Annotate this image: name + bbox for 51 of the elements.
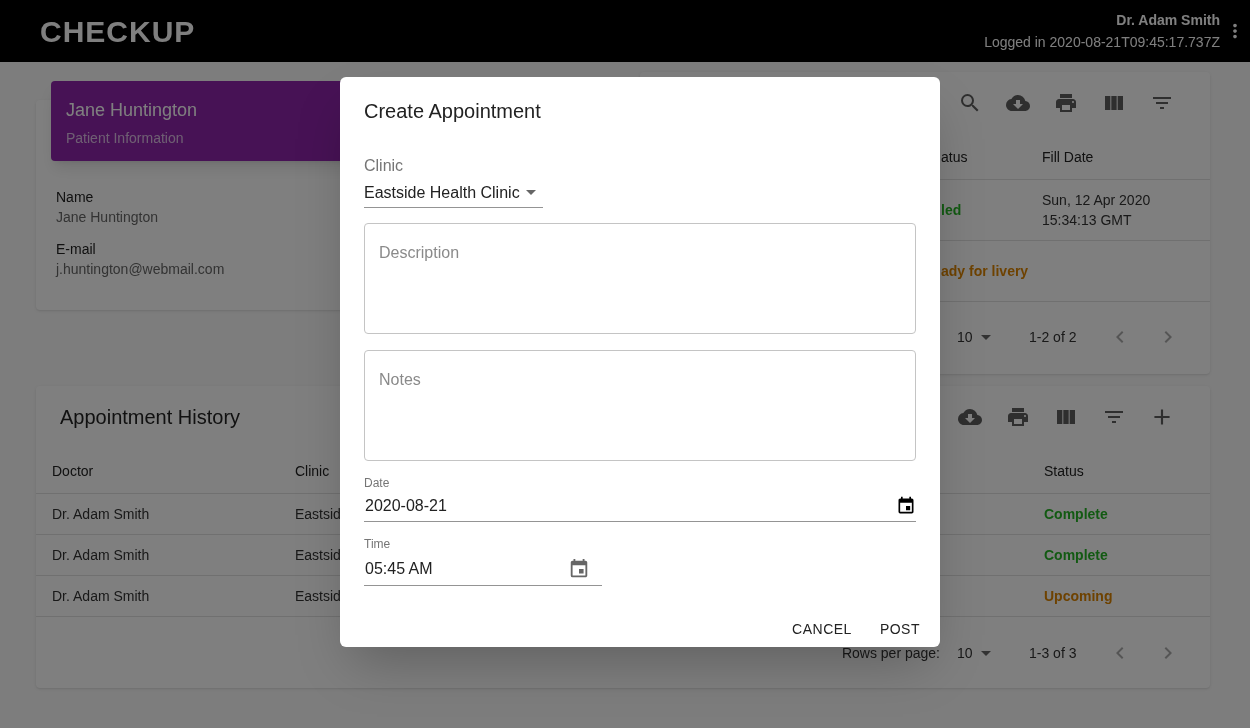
column-header: Clinic xyxy=(295,461,331,481)
card-title: Appointment History xyxy=(60,405,241,430)
date-value: 2020-08-21 xyxy=(365,496,447,517)
column-header: atus xyxy=(941,147,969,167)
field-label: E-mail xyxy=(56,240,97,259)
dialog-title: Create Appointment xyxy=(364,99,542,124)
calendar-icon[interactable] xyxy=(896,496,916,517)
rows-per-page-select[interactable]: 10 xyxy=(957,327,1001,347)
notes-field[interactable]: Notes xyxy=(364,350,916,461)
page-range: 1-3 of 3 xyxy=(1029,645,1077,661)
page-range: 1-2 of 2 xyxy=(1029,329,1077,345)
status-cell: ady for livery xyxy=(941,263,1029,279)
printer-icon xyxy=(1006,405,1030,429)
status-cell-text: Upcoming xyxy=(1044,587,1113,606)
column-header: Doctor xyxy=(52,461,95,481)
clinic-cell: Eastsid xyxy=(295,506,341,522)
clinic-cell: Eastsid xyxy=(295,547,341,563)
doctor-cell: Dr. Adam Smith xyxy=(52,588,150,604)
dialog-button[interactable]: POST xyxy=(869,611,930,647)
fill-date-cell-text: Sun, 12 Apr 2020 15:34:13 GMT xyxy=(1042,191,1152,230)
patient-name: Jane Huntington xyxy=(66,99,198,122)
date-label: Date xyxy=(364,474,391,491)
login-info: Logged in 2020-08-21T09:45:17.737Z xyxy=(984,33,1220,52)
rows-per-page-select[interactable]: 10 xyxy=(957,643,1001,663)
user-name: Dr. Adam Smith xyxy=(1116,11,1220,30)
description-field[interactable]: Description xyxy=(364,223,916,334)
clinic-label: Clinic xyxy=(364,156,405,177)
field-label: Name xyxy=(56,188,95,207)
status-cell: led xyxy=(941,202,962,218)
caret-icon xyxy=(526,190,536,196)
status-cell-text: Complete xyxy=(1044,505,1108,524)
printer-icon xyxy=(1054,91,1078,115)
time-label: Time xyxy=(364,536,392,553)
field-value: j.huntington@webmail.com xyxy=(56,260,225,279)
column-header: Status xyxy=(1044,461,1084,481)
date-field[interactable]: 2020-08-21 xyxy=(364,490,916,523)
card-subtitle: Patient Information xyxy=(66,129,184,148)
logo: CHECKUP xyxy=(40,13,196,50)
doctor-cell: Dr. Adam Smith xyxy=(52,506,150,522)
field-value: Jane Huntington xyxy=(56,208,159,227)
caret-icon xyxy=(980,334,991,340)
clinic-select[interactable]: Eastside Health Clinic xyxy=(364,178,543,209)
caret-icon xyxy=(980,650,991,656)
dialog-button[interactable]: CANCEL xyxy=(782,611,862,647)
status-cell-text: Complete xyxy=(1044,546,1108,565)
time-value: 05:45 AM xyxy=(365,558,433,579)
doctor-cell: Dr. Adam Smith xyxy=(52,547,150,563)
column-header: Fill Date xyxy=(1042,147,1094,167)
rows-per-page-label: Rows per page: xyxy=(841,644,940,663)
time-field[interactable]: 05:45 AM xyxy=(364,552,602,586)
clinic-cell: Eastsid xyxy=(295,588,341,604)
